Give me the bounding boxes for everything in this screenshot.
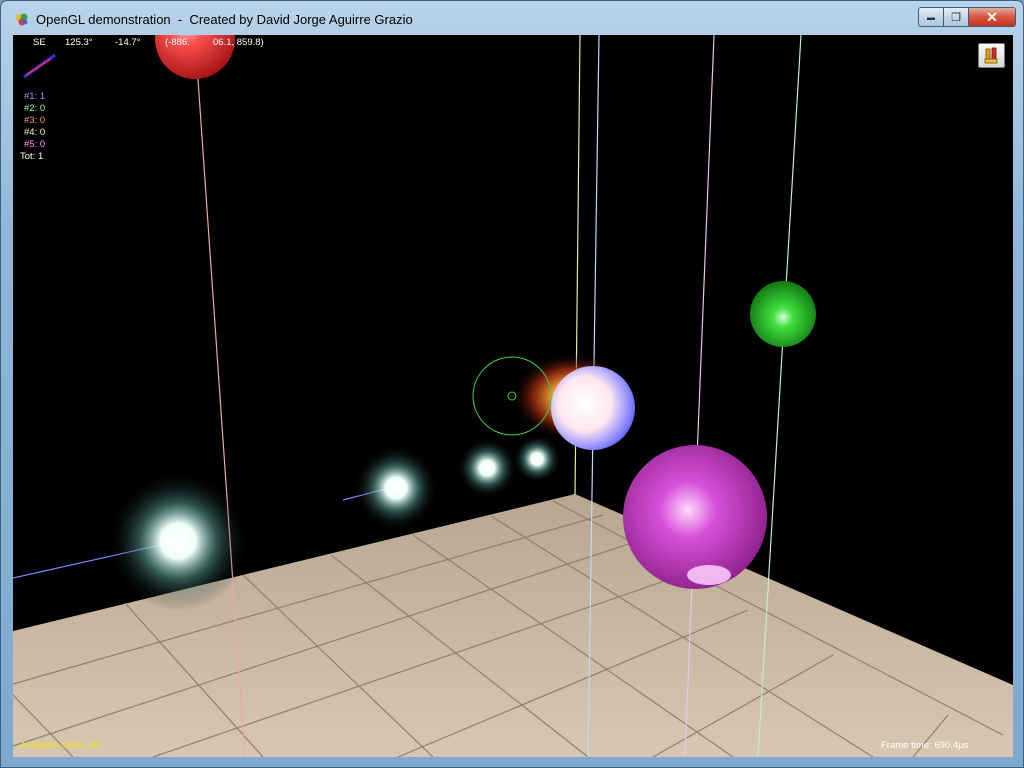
toolbox-button[interactable] bbox=[978, 43, 1005, 68]
available-shots: Available shots: 98 bbox=[20, 740, 100, 751]
maximize-button[interactable]: ❐ bbox=[944, 7, 969, 27]
3d-scene bbox=[13, 35, 1013, 757]
hit-counters: #1: 1 #2: 0 #3: 0 #4: 0 #5: 0 Tot: 1 bbox=[20, 91, 46, 163]
minimize-icon: ▬ bbox=[927, 12, 935, 22]
counter-2: #2: 0 bbox=[24, 103, 46, 114]
minimize-button[interactable]: ▬ bbox=[918, 7, 944, 27]
camera-yaw: 125.3° bbox=[65, 37, 93, 48]
counter-total: Tot: 1 bbox=[20, 151, 44, 162]
counter-1: #1: 1 bbox=[24, 91, 46, 102]
camera-position: (-886. bbox=[165, 37, 190, 48]
camera-direction: SE bbox=[33, 37, 46, 48]
maximize-icon: ❐ bbox=[951, 11, 961, 24]
camera-pitch: -14.7° bbox=[115, 37, 141, 48]
camera-position-rest: 06.1, 859.8) bbox=[213, 37, 264, 48]
compass-indicator bbox=[23, 53, 56, 79]
close-icon: ✕ bbox=[986, 8, 998, 25]
close-button[interactable]: ✕ bbox=[969, 7, 1016, 27]
blue-white-ball bbox=[551, 366, 635, 450]
counter-4: #4: 0 bbox=[24, 127, 46, 138]
window-title: OpenGL demonstration - Created by David … bbox=[36, 12, 413, 27]
app-icon bbox=[16, 13, 28, 26]
app-window: OpenGL demonstration - Created by David … bbox=[0, 0, 1024, 768]
frame-time: Frame time: 690.4µs bbox=[881, 740, 969, 751]
opengl-viewport[interactable]: SE 125.3° -14.7° (-886. 06.1, 859.8) #1:… bbox=[13, 35, 1013, 757]
title-bar[interactable]: OpenGL demonstration - Created by David … bbox=[1, 1, 1023, 35]
green-ball bbox=[750, 281, 816, 347]
counter-5: #5: 0 bbox=[24, 139, 46, 150]
toolbox-icon bbox=[984, 47, 998, 64]
counter-3: #3: 0 bbox=[24, 115, 46, 126]
